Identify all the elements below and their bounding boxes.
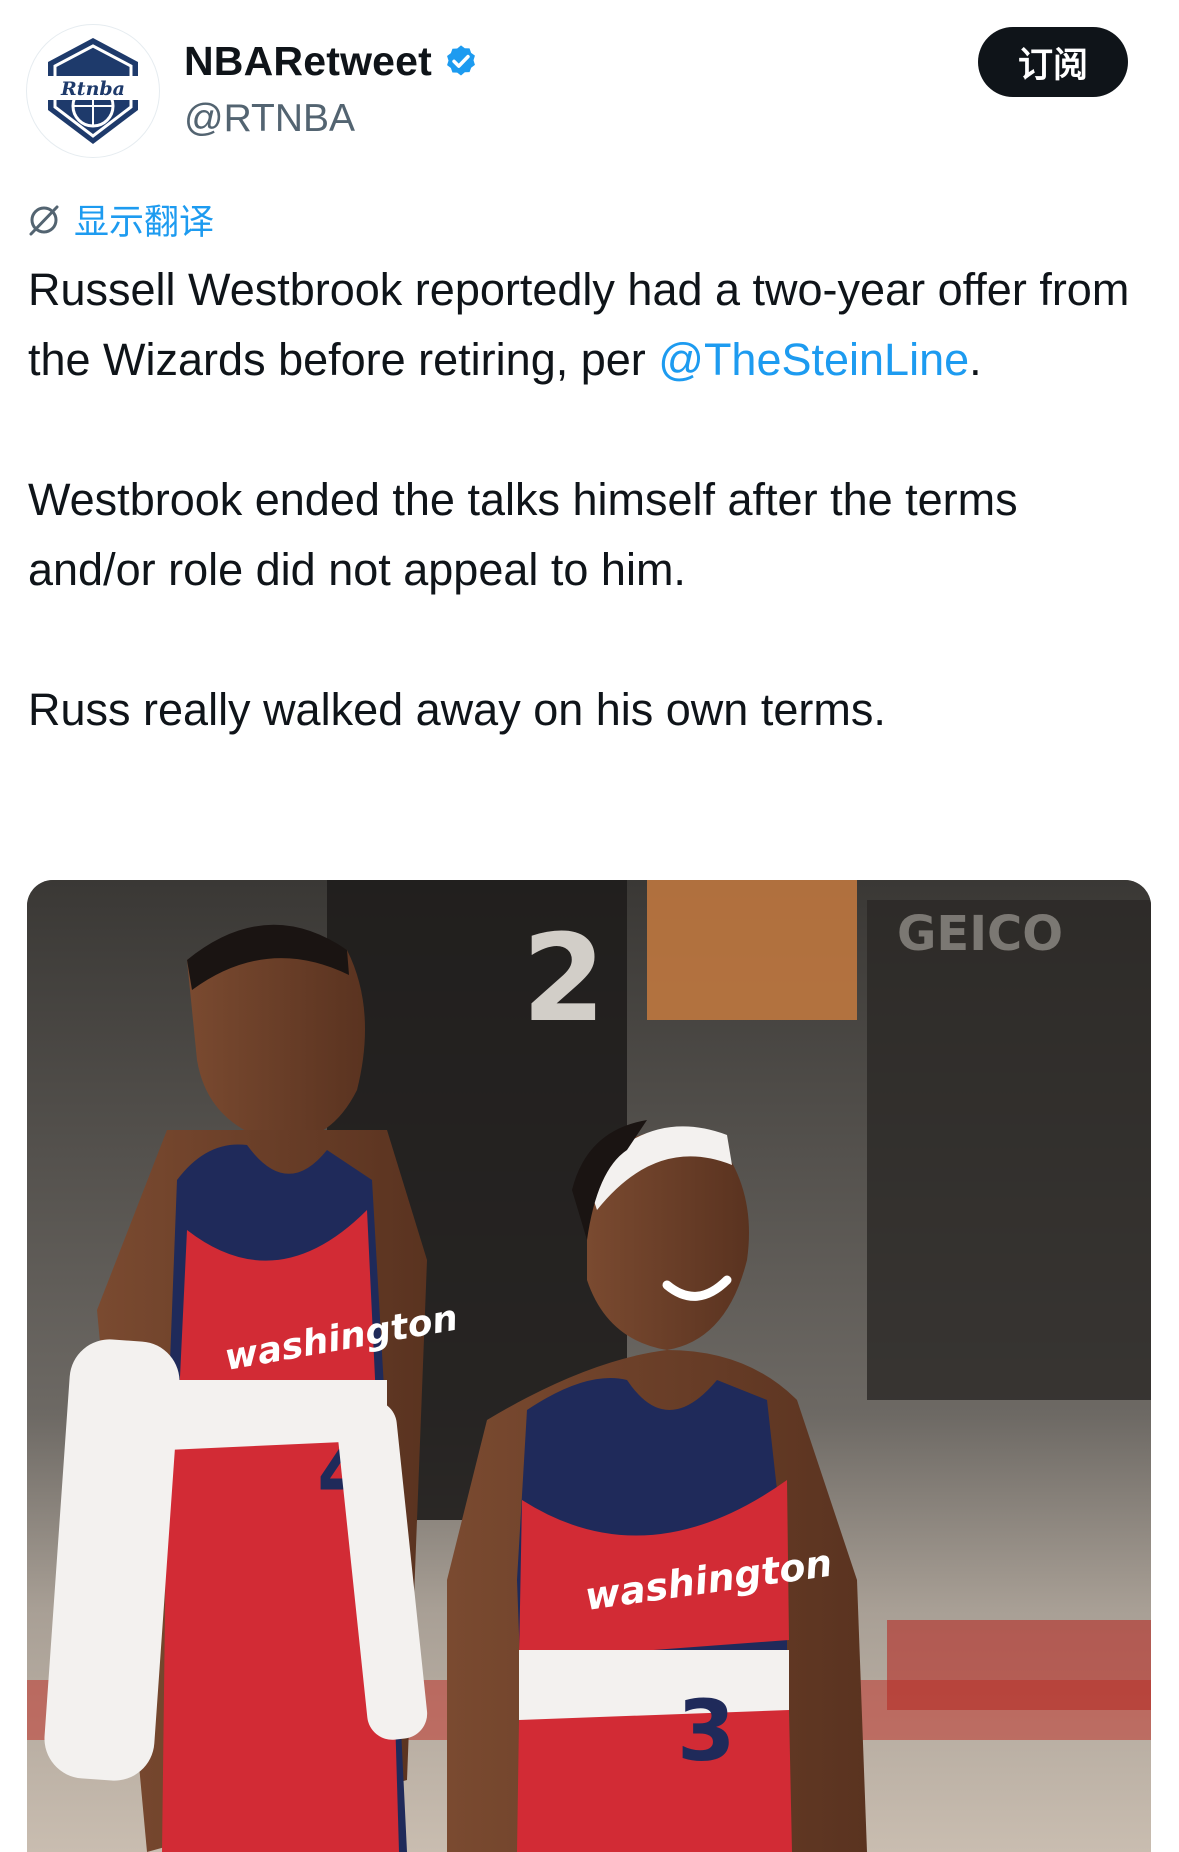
translate-icon: [29, 205, 59, 235]
tweet-paragraph-2: Westbrook ended the talks himself after …: [28, 474, 1018, 595]
right-jersey-number: 3: [677, 1682, 735, 1780]
tweet-photo[interactable]: GEICO 2 washington 4 washington 3: [27, 880, 1151, 1852]
rtnba-logo-icon: Rtnba: [38, 38, 148, 144]
verified-badge-icon: [447, 44, 475, 75]
avatar-text: Rtnba: [60, 78, 125, 100]
background-sponsor: GEICO: [897, 906, 1063, 962]
subscribe-button[interactable]: 订阅: [978, 27, 1128, 97]
players-photo: GEICO 2 washington 4 washington 3: [27, 880, 1151, 1852]
tweet-header: Rtnba NBARetweet @RTNBA 订阅: [0, 0, 1179, 170]
account-handle[interactable]: @RTNBA: [184, 97, 480, 141]
account-avatar[interactable]: Rtnba: [26, 24, 160, 158]
show-translation-link[interactable]: 显示翻译: [26, 194, 214, 245]
mention-link[interactable]: @TheSteinLine: [658, 334, 969, 385]
tweet-text: Russell Westbrook reportedly had a two-y…: [28, 255, 1148, 745]
translate-label: 显示翻译: [74, 203, 215, 243]
tweet-paragraph-1-end: .: [969, 334, 982, 385]
tweet-paragraph-1: Russell Westbrook reportedly had a two-y…: [28, 255, 1148, 395]
tweet-paragraph-3: Russ really walked away on his own terms…: [28, 684, 886, 735]
background-jersey-number: 2: [522, 910, 606, 1049]
display-name[interactable]: NBARetweet: [184, 38, 432, 85]
